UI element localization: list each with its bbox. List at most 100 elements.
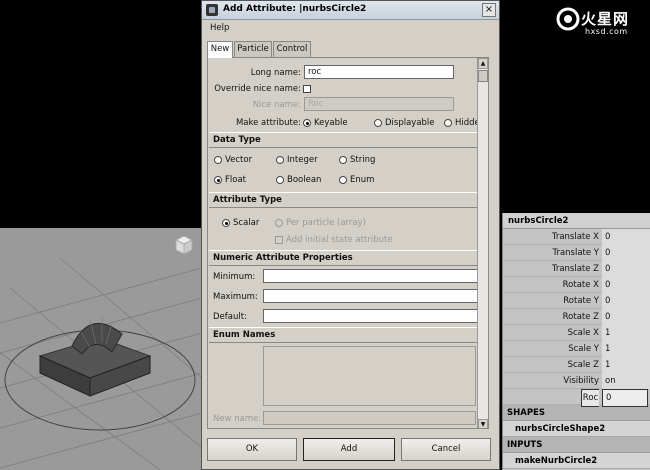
scroll-down-arrow-icon[interactable]: ▼ (478, 419, 488, 428)
minimum-label: Minimum: (213, 272, 256, 282)
new-name-input[interactable] (263, 411, 476, 425)
displayable-radio[interactable] (374, 119, 382, 127)
menubar: Help (202, 20, 499, 37)
channel-label[interactable]: Scale X (503, 325, 599, 341)
channel-label[interactable]: Roc (581, 389, 599, 407)
channel-value[interactable]: 1 (602, 325, 650, 341)
displayable-label: Displayable (385, 118, 435, 128)
channel-row-rotate-x[interactable]: Rotate X 0 (503, 277, 650, 293)
channel-row-translate-x[interactable]: Translate X 0 (503, 229, 650, 245)
string-label: String (350, 155, 376, 165)
default-input[interactable] (263, 309, 478, 323)
keyable-label: Keyable (314, 118, 348, 128)
channel-label[interactable]: Translate X (503, 229, 599, 245)
view-cube-icon (174, 235, 194, 255)
channel-value[interactable]: 0 (602, 389, 648, 407)
per-particle-label: Per particle (array) (286, 218, 366, 228)
enum-label: Enum (350, 175, 375, 185)
ok-button[interactable]: OK (207, 438, 297, 461)
dialog-footer: OK Add Cancel (207, 438, 496, 464)
close-button[interactable]: × (482, 3, 496, 17)
channel-value[interactable]: 0 (602, 245, 650, 261)
maximum-input[interactable] (263, 289, 478, 303)
channel-row-scale-z[interactable]: Scale Z 1 (503, 357, 650, 373)
boolean-label: Boolean (287, 175, 322, 185)
override-nice-name-label: Override nice name: (214, 84, 301, 94)
channel-label[interactable]: Scale Y (503, 341, 599, 357)
per-particle-radio[interactable] (275, 219, 283, 227)
channel-value[interactable]: on (602, 373, 650, 389)
scroll-thumb[interactable] (478, 70, 488, 82)
channel-row-translate-y[interactable]: Translate Y 0 (503, 245, 650, 261)
channel-value[interactable]: 0 (602, 277, 650, 293)
override-nice-name-checkbox[interactable] (303, 85, 311, 93)
numeric-properties-header[interactable]: Numeric Attribute Properties (209, 250, 478, 266)
channel-label[interactable]: Translate Z (503, 261, 599, 277)
hidden-radio[interactable] (444, 119, 452, 127)
vector-radio[interactable] (214, 156, 222, 164)
data-type-header[interactable]: Data Type (209, 132, 478, 148)
add-button[interactable]: Add (303, 438, 395, 461)
channel-label[interactable]: Visibility (503, 373, 599, 389)
form-scrollbar[interactable]: ▲ ▼ (477, 58, 488, 428)
attribute-type-header[interactable]: Attribute Type (209, 192, 478, 208)
shape-node-item[interactable]: nurbsCircleShape2 (503, 421, 650, 437)
channel-box-object-name[interactable]: nurbsCircle2 (503, 213, 650, 229)
float-radio[interactable] (214, 176, 222, 184)
scroll-up-arrow-icon[interactable]: ▲ (478, 58, 488, 69)
dialog-titlebar[interactable]: Add Attribute: |nurbsCircle2 × (202, 1, 499, 20)
channel-label[interactable]: Rotate X (503, 277, 599, 293)
channel-row-visibility[interactable]: Visibility on (503, 373, 650, 389)
channel-row-scale-y[interactable]: Scale Y 1 (503, 341, 650, 357)
add-initial-state-label: Add initial state attribute (286, 235, 393, 245)
channel-row-translate-z[interactable]: Translate Z 0 (503, 261, 650, 277)
logo-subtext: hxsd.com (585, 27, 628, 36)
add-initial-state-checkbox[interactable] (275, 236, 283, 244)
make-attribute-label: Make attribute: (235, 118, 301, 128)
integer-label: Integer (287, 155, 318, 165)
logo-text: 火星网 (581, 10, 630, 28)
menu-help[interactable]: Help (210, 23, 229, 33)
cancel-button[interactable]: Cancel (401, 438, 491, 461)
channel-value[interactable]: 0 (602, 293, 650, 309)
tab-particle[interactable]: Particle (234, 41, 272, 57)
3d-viewport[interactable] (0, 228, 202, 470)
inputs-section-header: INPUTS (503, 437, 650, 453)
maya-app-icon (206, 4, 218, 16)
tab-new[interactable]: New (207, 41, 233, 58)
string-radio[interactable] (339, 156, 347, 164)
input-node-item[interactable]: makeNurbCircle2 (503, 453, 650, 469)
keyable-radio[interactable] (303, 119, 311, 127)
channel-label[interactable]: Scale Z (503, 357, 599, 373)
channel-label[interactable]: Rotate Y (503, 293, 599, 309)
nice-name-input[interactable]: Roc (304, 97, 454, 111)
channel-row-scale-x[interactable]: Scale X 1 (503, 325, 650, 341)
channel-value[interactable]: 1 (602, 357, 650, 373)
scalar-radio[interactable] (222, 219, 230, 227)
add-attribute-dialog: Add Attribute: |nurbsCircle2 × Help New … (201, 0, 500, 470)
enum-names-list[interactable] (263, 346, 476, 406)
default-label: Default: (213, 312, 247, 322)
channel-value[interactable]: 1 (602, 341, 650, 357)
channel-value[interactable]: 0 (602, 261, 650, 277)
scalar-label: Scalar (233, 218, 260, 228)
hxsd-logo: 火星网 hxsd.com (555, 6, 647, 40)
channel-label[interactable]: Translate Y (503, 245, 600, 261)
tab-control[interactable]: Control (273, 41, 311, 57)
channel-label[interactable]: Rotate Z (503, 309, 599, 325)
enum-names-header[interactable]: Enum Names (209, 327, 478, 343)
channel-row-rotate-z[interactable]: Rotate Z 0 (503, 309, 650, 325)
long-name-input[interactable]: roc (304, 65, 454, 79)
float-label: Float (225, 175, 246, 185)
shapes-section-header: SHAPES (503, 405, 650, 421)
boolean-radio[interactable] (276, 176, 284, 184)
integer-radio[interactable] (276, 156, 284, 164)
minimum-input[interactable] (263, 269, 478, 283)
nice-name-label: Nice name: (252, 100, 301, 110)
channel-value[interactable]: 0 (602, 309, 650, 325)
enum-radio[interactable] (339, 176, 347, 184)
channel-value[interactable]: 0 (602, 229, 650, 245)
channel-row-roc[interactable]: Roc 0 (503, 389, 650, 407)
channel-row-rotate-y[interactable]: Rotate Y 0 (503, 293, 650, 309)
viewport-scene (0, 235, 202, 470)
